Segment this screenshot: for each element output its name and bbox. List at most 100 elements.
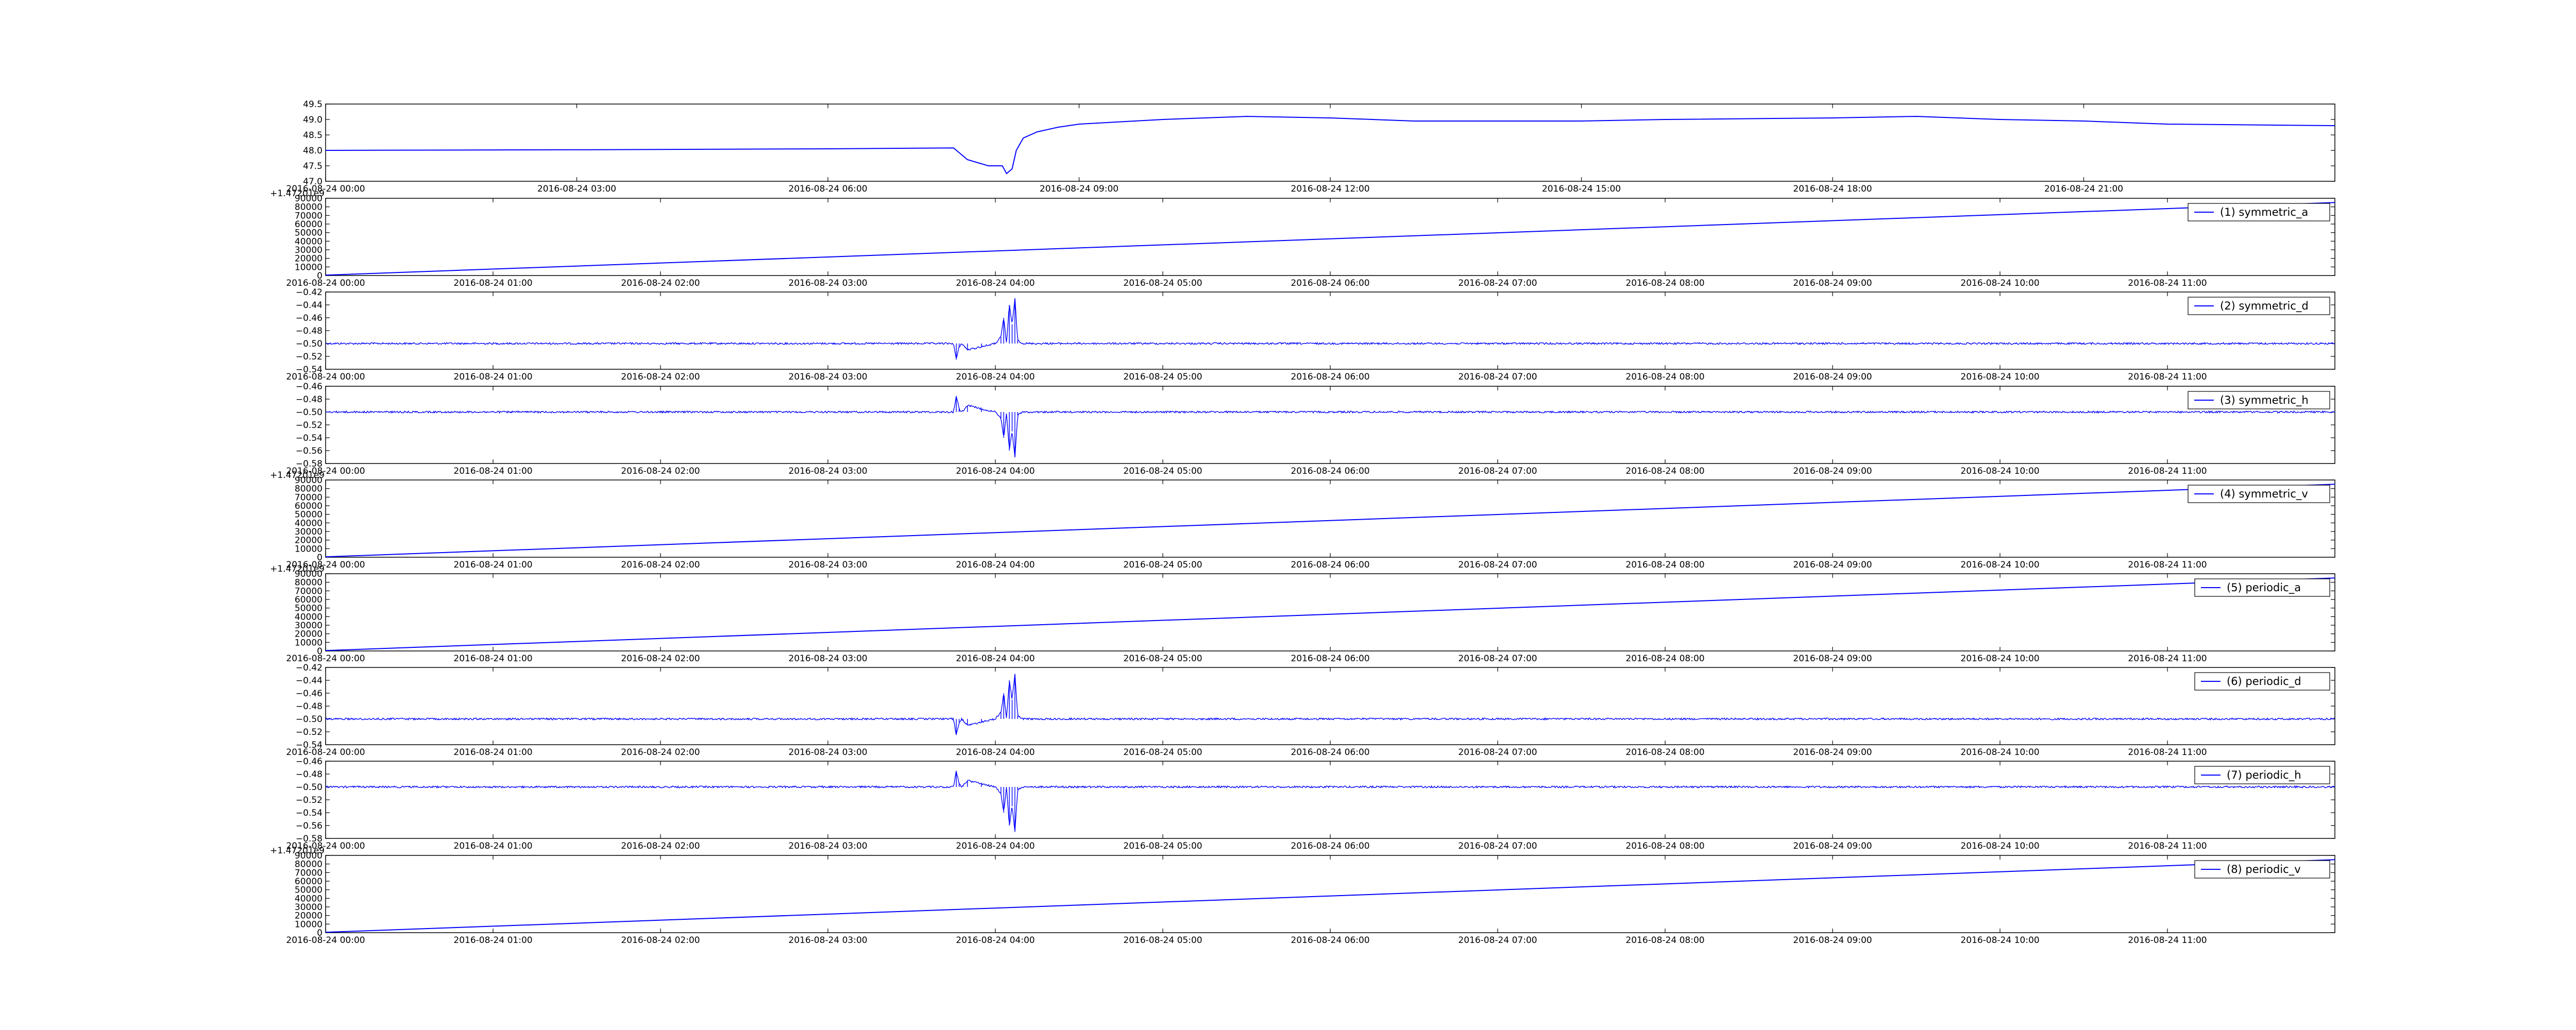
x-tick-label: 2016-08-24 03:00: [788, 278, 867, 288]
y-tick-label: −0.56: [296, 821, 323, 831]
x-tick-label: 2016-08-24 01:00: [453, 278, 532, 288]
legend-label: (3) symmetric_h: [2220, 394, 2309, 407]
x-tick-label: 2016-08-24 09:00: [1793, 466, 1872, 476]
panel-1: 47.047.548.048.549.049.52016-08-24 00:00…: [286, 99, 2335, 194]
legend-label: (5) periodic_a: [2227, 581, 2301, 594]
y-offset-label: +1.47201e9: [270, 564, 325, 574]
x-tick-label: 2016-08-24 06:00: [1291, 841, 1369, 851]
y-tick-label: −0.54: [296, 808, 323, 818]
y-offset-label: +1.47201e9: [270, 188, 325, 199]
panel-5: 0100002000030000400005000060000700008000…: [270, 470, 2335, 570]
x-tick-label: 2016-08-24 01:00: [453, 466, 532, 476]
legend-label: (7) periodic_h: [2227, 769, 2301, 782]
x-tick-label: 2016-08-24 10:00: [1960, 560, 2039, 570]
x-tick-label: 2016-08-24 10:00: [1960, 935, 2039, 946]
x-tick-label: 2016-08-24 11:00: [2128, 560, 2207, 570]
y-tick-label: −0.46: [296, 313, 323, 323]
x-tick-label: 2016-08-24 07:00: [1458, 935, 1537, 946]
y-tick-label: −0.44: [296, 676, 323, 686]
axes-frame: [325, 386, 2335, 464]
x-tick-label: 2016-08-24 03:00: [537, 184, 616, 194]
x-tick-label: 2016-08-24 08:00: [1625, 935, 1704, 946]
x-tick-label: 2016-08-24 06:00: [1291, 654, 1369, 664]
panel-4: −0.58−0.56−0.54−0.52−0.50−0.48−0.462016-…: [286, 382, 2335, 476]
x-tick-label: 2016-08-24 03:00: [788, 654, 867, 664]
x-tick-label: 2016-08-24 09:00: [1793, 747, 1872, 758]
y-tick-label: −0.50: [296, 407, 323, 418]
y-tick-label: −0.44: [296, 300, 323, 311]
x-tick-label: 2016-08-24 02:00: [621, 841, 700, 851]
x-tick-label: 2016-08-24 00:00: [286, 372, 365, 382]
x-tick-label: 2016-08-24 10:00: [1960, 372, 2039, 382]
x-tick-label: 2016-08-24 08:00: [1625, 466, 1704, 476]
y-tick-label: −0.56: [296, 446, 323, 456]
y-tick-label: −0.42: [296, 663, 323, 673]
x-tick-label: 2016-08-24 06:00: [788, 184, 867, 194]
x-tick-label: 2016-08-24 10:00: [1960, 278, 2039, 288]
x-tick-label: 2016-08-24 04:00: [956, 466, 1035, 476]
axes-frame: [325, 291, 2335, 370]
panel-7: −0.54−0.52−0.50−0.48−0.46−0.44−0.422016-…: [286, 663, 2335, 758]
y-tick-label: −0.48: [296, 394, 323, 405]
x-tick-label: 2016-08-24 07:00: [1458, 560, 1537, 570]
x-tick-label: 2016-08-24 07:00: [1458, 654, 1537, 664]
x-tick-label: 2016-08-24 10:00: [1960, 654, 2039, 664]
legend-label: (2) symmetric_d: [2220, 300, 2309, 313]
x-tick-label: 2016-08-24 00:00: [286, 278, 365, 288]
x-tick-label: 2016-08-24 08:00: [1625, 841, 1704, 851]
y-tick-label: −0.46: [296, 757, 323, 767]
x-tick-label: 2016-08-24 08:00: [1625, 747, 1704, 758]
x-tick-label: 2016-08-24 06:00: [1291, 466, 1369, 476]
panel-6: 0100002000030000400005000060000700008000…: [270, 564, 2335, 664]
x-tick-label: 2016-08-24 00:00: [286, 935, 365, 946]
x-tick-label: 2016-08-24 06:00: [1291, 372, 1369, 382]
x-tick-label: 2016-08-24 09:00: [1793, 560, 1872, 570]
x-tick-label: 2016-08-24 11:00: [2128, 935, 2207, 946]
x-tick-label: 2016-08-24 07:00: [1458, 747, 1537, 758]
y-offset-label: +1.47201e9: [270, 470, 325, 480]
y-tick-label: −0.48: [296, 326, 323, 336]
figure: 47.047.548.048.549.049.52016-08-24 00:00…: [0, 0, 2576, 1030]
y-tick-label: −0.54: [296, 433, 323, 443]
x-tick-label: 2016-08-24 21:00: [2044, 184, 2123, 194]
y-tick-label: −0.46: [296, 382, 323, 392]
panel-3: −0.54−0.52−0.50−0.48−0.46−0.44−0.422016-…: [286, 287, 2335, 382]
axes-frame: [325, 667, 2335, 745]
y-tick-label: −0.48: [296, 701, 323, 712]
x-tick-label: 2016-08-24 01:00: [453, 654, 532, 664]
y-tick-label: −0.52: [296, 727, 323, 737]
panel-2: 0100002000030000400005000060000700008000…: [270, 188, 2335, 288]
x-tick-label: 2016-08-24 04:00: [956, 935, 1035, 946]
legend-label: (8) periodic_v: [2227, 863, 2301, 876]
y-tick-label: −0.42: [296, 287, 323, 298]
axes-frame: [325, 104, 2335, 182]
x-tick-label: 2016-08-24 06:00: [1291, 935, 1369, 946]
x-tick-label: 2016-08-24 05:00: [1123, 841, 1202, 851]
x-tick-label: 2016-08-24 05:00: [1123, 560, 1202, 570]
x-tick-label: 2016-08-24 02:00: [621, 466, 700, 476]
x-tick-label: 2016-08-24 04:00: [956, 560, 1035, 570]
x-tick-label: 2016-08-24 02:00: [621, 372, 700, 382]
x-tick-label: 2016-08-24 01:00: [453, 935, 532, 946]
panels: 47.047.548.048.549.049.52016-08-24 00:00…: [270, 99, 2335, 946]
x-tick-label: 2016-08-24 03:00: [788, 466, 867, 476]
x-tick-label: 2016-08-24 02:00: [621, 935, 700, 946]
x-tick-label: 2016-08-24 01:00: [453, 372, 532, 382]
x-tick-label: 2016-08-24 06:00: [1291, 747, 1369, 758]
x-tick-label: 2016-08-24 12:00: [1291, 184, 1369, 194]
x-tick-label: 2016-08-24 03:00: [788, 935, 867, 946]
x-tick-label: 2016-08-24 09:00: [1793, 841, 1872, 851]
panel-8: −0.58−0.56−0.54−0.52−0.50−0.48−0.462016-…: [286, 757, 2335, 851]
x-tick-label: 2016-08-24 18:00: [1793, 184, 1872, 194]
x-tick-label: 2016-08-24 08:00: [1625, 560, 1704, 570]
x-tick-label: 2016-08-24 02:00: [621, 278, 700, 288]
x-tick-label: 2016-08-24 03:00: [788, 372, 867, 382]
x-tick-label: 2016-08-24 03:00: [788, 841, 867, 851]
x-tick-label: 2016-08-24 02:00: [621, 654, 700, 664]
x-tick-label: 2016-08-24 02:00: [621, 747, 700, 758]
y-tick-label: −0.50: [296, 714, 323, 725]
x-tick-label: 2016-08-24 05:00: [1123, 747, 1202, 758]
x-tick-label: 2016-08-24 11:00: [2128, 654, 2207, 664]
y-tick-label: 48.0: [303, 146, 323, 156]
x-tick-label: 2016-08-24 10:00: [1960, 466, 2039, 476]
